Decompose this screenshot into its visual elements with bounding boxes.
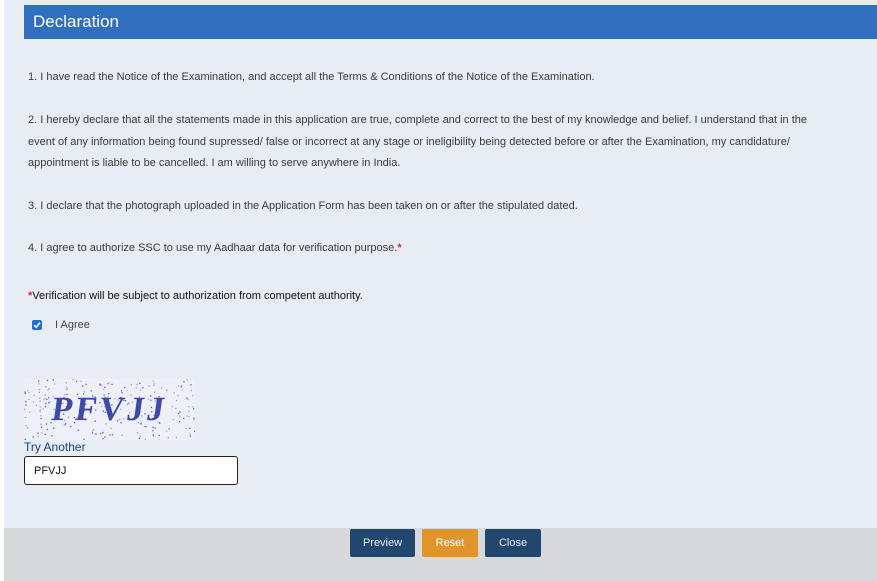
declaration-item-2-line-2: event of any information being found sup… (28, 135, 790, 148)
captcha-input[interactable] (24, 456, 238, 485)
agree-checkbox[interactable] (32, 320, 42, 330)
declaration-item-3: 3. I declare that the photograph uploade… (28, 200, 578, 212)
verification-note-text: Verification will be subject to authoriz… (32, 290, 363, 302)
declaration-header: Declaration (24, 5, 877, 39)
declaration-item-4: 4. I agree to authorize SSC to use my Aa… (28, 238, 876, 260)
checkmark-icon (33, 322, 41, 329)
action-footer: Preview Reset Close (4, 528, 877, 581)
captcha-image-text: PFVJJ (49, 390, 170, 428)
declaration-item-4-text: 4. I agree to authorize SSC to use my Aa… (28, 242, 398, 254)
declaration-item-1: 1. I have read the Notice of the Examina… (28, 71, 595, 83)
declaration-item-2-line-3: appointment is liable to be cancelled. I… (28, 157, 401, 169)
agree-label[interactable]: I Agree (55, 317, 90, 333)
declaration-item-2-line-1: 2. I hereby declare that all the stateme… (28, 114, 808, 126)
preview-button[interactable]: Preview (350, 529, 415, 557)
declaration-item-2: 2. I hereby declare that all the stateme… (28, 110, 876, 175)
reset-button[interactable]: Reset (422, 529, 478, 557)
close-button[interactable]: Close (485, 529, 541, 557)
page-title: Declaration (33, 12, 119, 31)
required-asterisk: * (397, 242, 402, 254)
declaration-panel: Declaration 1. I have read the Notice of… (4, 0, 877, 528)
verification-note: *Verification will be subject to authori… (28, 286, 363, 306)
captcha-image: PFVJJ (24, 379, 195, 440)
try-another-link[interactable]: Try Another (24, 440, 86, 454)
